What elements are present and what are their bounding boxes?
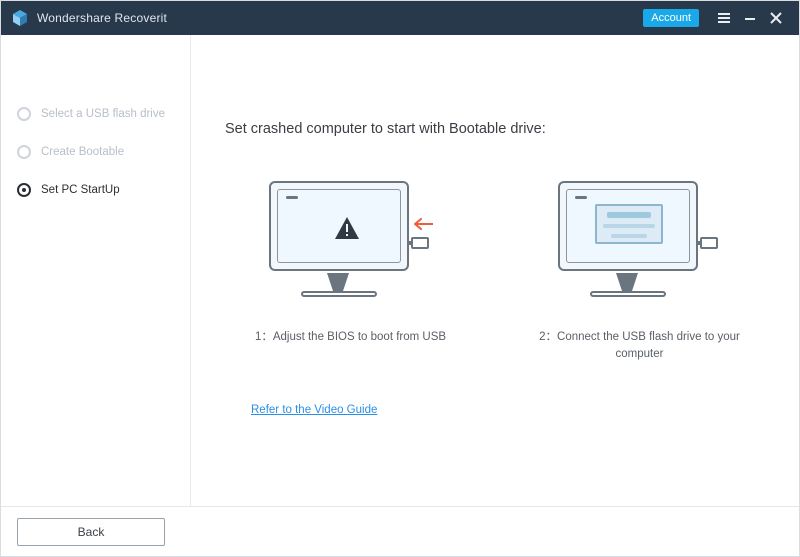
step-bullet-icon (17, 145, 31, 159)
minimize-icon[interactable] (737, 5, 763, 31)
instruction-cards: 1：Adjust the BIOS to boot from USB (221, 177, 769, 364)
main-panel: Set crashed computer to start with Boota… (191, 35, 799, 506)
arrow-left-icon (411, 217, 433, 235)
menu-icon[interactable] (711, 5, 737, 31)
app-logo-icon (11, 9, 29, 27)
account-button[interactable]: Account (643, 9, 699, 27)
video-guide-link[interactable]: Refer to the Video Guide (251, 404, 377, 416)
step-label: Select a USB flash drive (41, 108, 165, 120)
footer: Back (1, 506, 799, 556)
step-label: Create Bootable (41, 146, 124, 158)
step-create-bootable[interactable]: Create Bootable (1, 133, 190, 171)
step-select-usb[interactable]: Select a USB flash drive (1, 95, 190, 133)
back-button[interactable]: Back (17, 518, 165, 546)
usb-icon (700, 237, 718, 249)
close-icon[interactable] (763, 5, 789, 31)
step-bullet-icon (17, 107, 31, 121)
page-title: Set crashed computer to start with Boota… (225, 121, 769, 137)
card-connect-usb: 2：Connect the USB flash drive to your co… (510, 177, 769, 364)
sidebar: Select a USB flash drive Create Bootable… (1, 35, 191, 506)
card-bios-boot: 1：Adjust the BIOS to boot from USB (221, 177, 480, 364)
titlebar: Wondershare Recoverit Account (1, 1, 799, 35)
step-bullet-icon (17, 183, 31, 197)
card-caption: 2：Connect the USB flash drive to your co… (530, 329, 750, 364)
app-title: Wondershare Recoverit (37, 11, 167, 25)
step-set-pc-startup[interactable]: Set PC StartUp (1, 171, 190, 209)
app-window: Wondershare Recoverit Account Select a U… (0, 0, 800, 557)
usb-icon (411, 237, 429, 249)
step-label: Set PC StartUp (41, 184, 120, 196)
illustration-connect (550, 177, 730, 307)
warning-icon (334, 216, 360, 245)
card-caption: 1：Adjust the BIOS to boot from USB (255, 329, 446, 346)
app-body: Select a USB flash drive Create Bootable… (1, 35, 799, 506)
illustration-bios (261, 177, 441, 307)
